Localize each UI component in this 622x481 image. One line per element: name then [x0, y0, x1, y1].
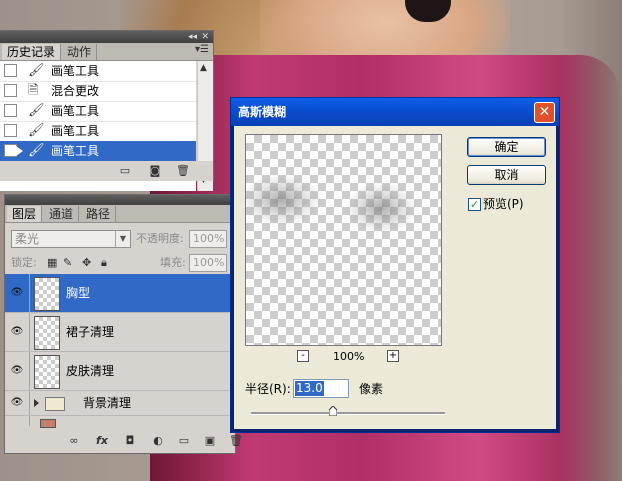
layers-footer: ∞ fx ◘ ◐ ▭ ▣ 🗑︎	[5, 429, 243, 453]
fill-field[interactable]: 100%	[189, 254, 227, 272]
layers-panel: 图层 通道 路径 柔光 ▼ 不透明度: 100% 锁定: ▦ ✎ ✥ 🔒︎ 填充…	[4, 194, 243, 454]
ok-button[interactable]: 确定	[467, 137, 546, 157]
close-icon[interactable]: ✕	[534, 102, 555, 123]
history-panel: ◂◂ ✕ 历史记录 动作 ▾☰ 🖌︎ 画笔工具 🗎︎ 混合更改 🖌︎ 画笔工具 …	[0, 30, 214, 191]
history-source-checkbox[interactable]	[4, 104, 17, 117]
layer-row-partial[interactable]	[5, 416, 235, 428]
new-layer-icon[interactable]: ▣	[203, 434, 217, 447]
dialog-title[interactable]: 高斯模糊	[231, 98, 559, 126]
lock-all-icon[interactable]: 🔒︎	[101, 256, 107, 270]
opacity-field[interactable]: 100%	[189, 230, 227, 248]
layers-panel-titlebar[interactable]	[5, 195, 235, 205]
brush-icon: 🖌︎	[28, 123, 45, 138]
brush-icon: 🖌︎	[28, 103, 45, 118]
tab-paths[interactable]: 路径	[81, 206, 117, 222]
radius-slider-thumb[interactable]	[329, 406, 337, 416]
eye-icon[interactable]	[5, 416, 30, 426]
layer-row[interactable]: 👁︎ 裙子清理	[5, 313, 235, 352]
history-panel-titlebar[interactable]: ◂◂ ✕	[0, 31, 213, 43]
blend-mode-select[interactable]: 柔光 ▼	[11, 230, 131, 248]
lock-transparent-icon[interactable]: ▦	[47, 256, 57, 270]
preview-blur-spot	[246, 175, 321, 225]
folder-icon	[45, 397, 65, 411]
blur-preview[interactable]	[245, 134, 442, 346]
history-item-selected[interactable]: 🖌︎ 画笔工具	[0, 141, 196, 162]
zoom-level: 100%	[333, 350, 365, 363]
camera-snapshot-icon[interactable]: ◙	[148, 164, 162, 177]
link-icon[interactable]: ∞	[67, 434, 81, 447]
eye-icon[interactable]: 👁︎	[5, 391, 30, 415]
tab-actions[interactable]: 动作	[62, 44, 98, 60]
brush-icon: 🖌︎	[28, 143, 45, 158]
scroll-up-icon[interactable]: ▲	[200, 63, 207, 73]
collapse-icon[interactable]: ◂◂	[188, 31, 197, 43]
layer-row[interactable]: 👁︎ 皮肤清理	[5, 352, 235, 391]
layer-thumbnail	[34, 277, 60, 311]
opacity-label: 不透明度:	[136, 232, 184, 245]
zoom-in-button[interactable]: +	[387, 350, 399, 362]
dialog-body: - 100% + 确定 取消 ✓ 预览(P) 半径(R): 13.0 像素	[234, 126, 556, 429]
lock-brush-icon[interactable]: ✎	[63, 256, 72, 270]
radius-input[interactable]: 13.0	[293, 379, 349, 398]
cancel-button[interactable]: 取消	[467, 165, 546, 185]
eye-icon[interactable]: 👁︎	[5, 313, 30, 351]
gaussian-blur-dialog: 高斯模糊 ✕ - 100% + 确定 取消 ✓ 预览(P) 半径(R): 13.…	[230, 97, 560, 433]
history-item[interactable]: 🖌︎ 画笔工具	[0, 61, 196, 82]
preview-label[interactable]: 预览(P)	[483, 196, 524, 212]
layer-row-selected[interactable]: 👁︎ 胸型	[5, 274, 235, 313]
eye-icon[interactable]: 👁︎	[5, 352, 30, 390]
document-icon: 🗎︎	[28, 83, 39, 98]
photo-right-edge	[560, 0, 622, 481]
panel-menu-icon[interactable]: ▾☰	[195, 44, 209, 55]
radius-slider-track[interactable]	[251, 412, 445, 415]
fill-label: 填充:	[160, 256, 186, 269]
history-tabs: 历史记录 动作 ▾☰	[0, 43, 213, 61]
history-footer: ▭ ◙ 🗑︎	[0, 161, 213, 181]
fx-icon[interactable]: fx	[95, 434, 109, 447]
lock-move-icon[interactable]: ✥	[82, 256, 91, 270]
trash-icon[interactable]: 🗑︎	[176, 164, 190, 177]
layer-thumbnail	[34, 316, 60, 350]
history-source-checkbox[interactable]	[4, 124, 17, 137]
layers-tabs: 图层 通道 路径	[5, 205, 235, 223]
radius-label: 半径(R):	[245, 382, 291, 396]
trash-icon[interactable]: 🗑︎	[229, 434, 243, 447]
preview-blur-spot	[346, 183, 416, 233]
chevron-down-icon: ▼	[115, 231, 130, 247]
brush-icon: 🖌︎	[28, 63, 45, 78]
new-document-from-state-icon[interactable]: ▭	[118, 164, 132, 177]
current-state-flag-icon	[16, 146, 23, 156]
history-item[interactable]: 🖌︎ 画笔工具	[0, 121, 196, 142]
adjustment-icon[interactable]: ◐	[151, 434, 165, 447]
history-source-checkbox[interactable]	[4, 84, 17, 97]
lock-label: 锁定:	[11, 256, 37, 269]
folder-icon[interactable]: ▭	[177, 434, 191, 447]
history-item[interactable]: 🗎︎ 混合更改	[0, 81, 196, 102]
tab-layers[interactable]: 图层	[7, 206, 43, 222]
layer-thumbnail	[40, 419, 56, 428]
layer-list: 👁︎ 胸型 👁︎ 裙子清理 👁︎ 皮肤清理 👁︎ 背景清理	[5, 274, 235, 428]
mask-icon[interactable]: ◘	[123, 434, 137, 447]
layer-group-row[interactable]: 👁︎ 背景清理	[5, 391, 235, 416]
radius-unit: 像素	[359, 382, 384, 396]
eye-icon[interactable]: 👁︎	[5, 274, 30, 312]
history-item[interactable]: 🖌︎ 画笔工具	[0, 101, 196, 122]
preview-checkbox[interactable]: ✓	[468, 198, 481, 211]
layer-thumbnail	[34, 355, 60, 389]
history-source-checkbox[interactable]	[4, 64, 17, 77]
expand-triangle-icon[interactable]	[34, 399, 39, 407]
tab-channels[interactable]: 通道	[44, 206, 80, 222]
close-icon[interactable]: ✕	[201, 31, 209, 43]
tab-history[interactable]: 历史记录	[2, 44, 62, 60]
zoom-out-button[interactable]: -	[297, 350, 309, 362]
